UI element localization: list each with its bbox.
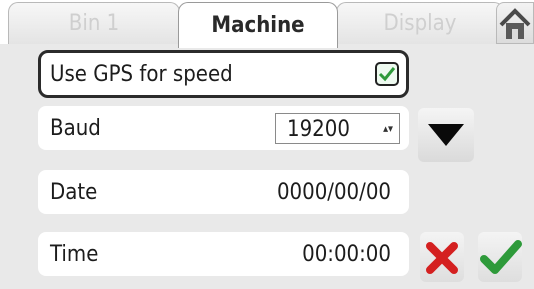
baud-label: Baud: [50, 116, 101, 141]
baud-row: Baud 19200 ▴▾: [38, 106, 409, 150]
tab-bin-1[interactable]: Bin 1: [8, 2, 180, 44]
settings-panel: Use GPS for speed Baud 19200 ▴▾ Date 000…: [0, 44, 534, 289]
baud-value: 19200: [287, 117, 350, 142]
date-label: Date: [50, 180, 98, 205]
tab-label: Machine: [211, 13, 305, 38]
checkmark-icon: [480, 240, 522, 274]
tab-label: Bin 1: [68, 11, 120, 36]
check-icon: [378, 67, 396, 82]
gps-speed-checkbox[interactable]: [375, 62, 399, 86]
triangle-down-icon: [428, 124, 464, 146]
gps-speed-row[interactable]: Use GPS for speed: [38, 50, 409, 98]
date-row[interactable]: Date 0000/00/00: [38, 170, 409, 214]
date-value: 0000/00/00: [276, 180, 391, 205]
time-label: Time: [50, 242, 99, 267]
baud-select[interactable]: 19200 ▴▾: [275, 113, 400, 144]
tab-machine[interactable]: Machine: [178, 2, 338, 48]
time-value: 00:00:00: [302, 242, 391, 267]
cancel-button[interactable]: [420, 232, 464, 282]
tab-label: Display: [383, 11, 457, 36]
close-icon: [426, 242, 458, 274]
time-row[interactable]: Time 00:00:00: [38, 232, 409, 276]
spin-icon: ▴▾: [383, 122, 393, 135]
tab-bar: Bin 1 Display Machine: [0, 0, 534, 48]
confirm-button[interactable]: [478, 232, 522, 282]
tab-display[interactable]: Display: [336, 2, 504, 44]
home-button[interactable]: [496, 2, 534, 44]
dropdown-button[interactable]: [418, 108, 474, 162]
home-icon: [499, 8, 531, 39]
gps-speed-label: Use GPS for speed: [50, 62, 233, 87]
